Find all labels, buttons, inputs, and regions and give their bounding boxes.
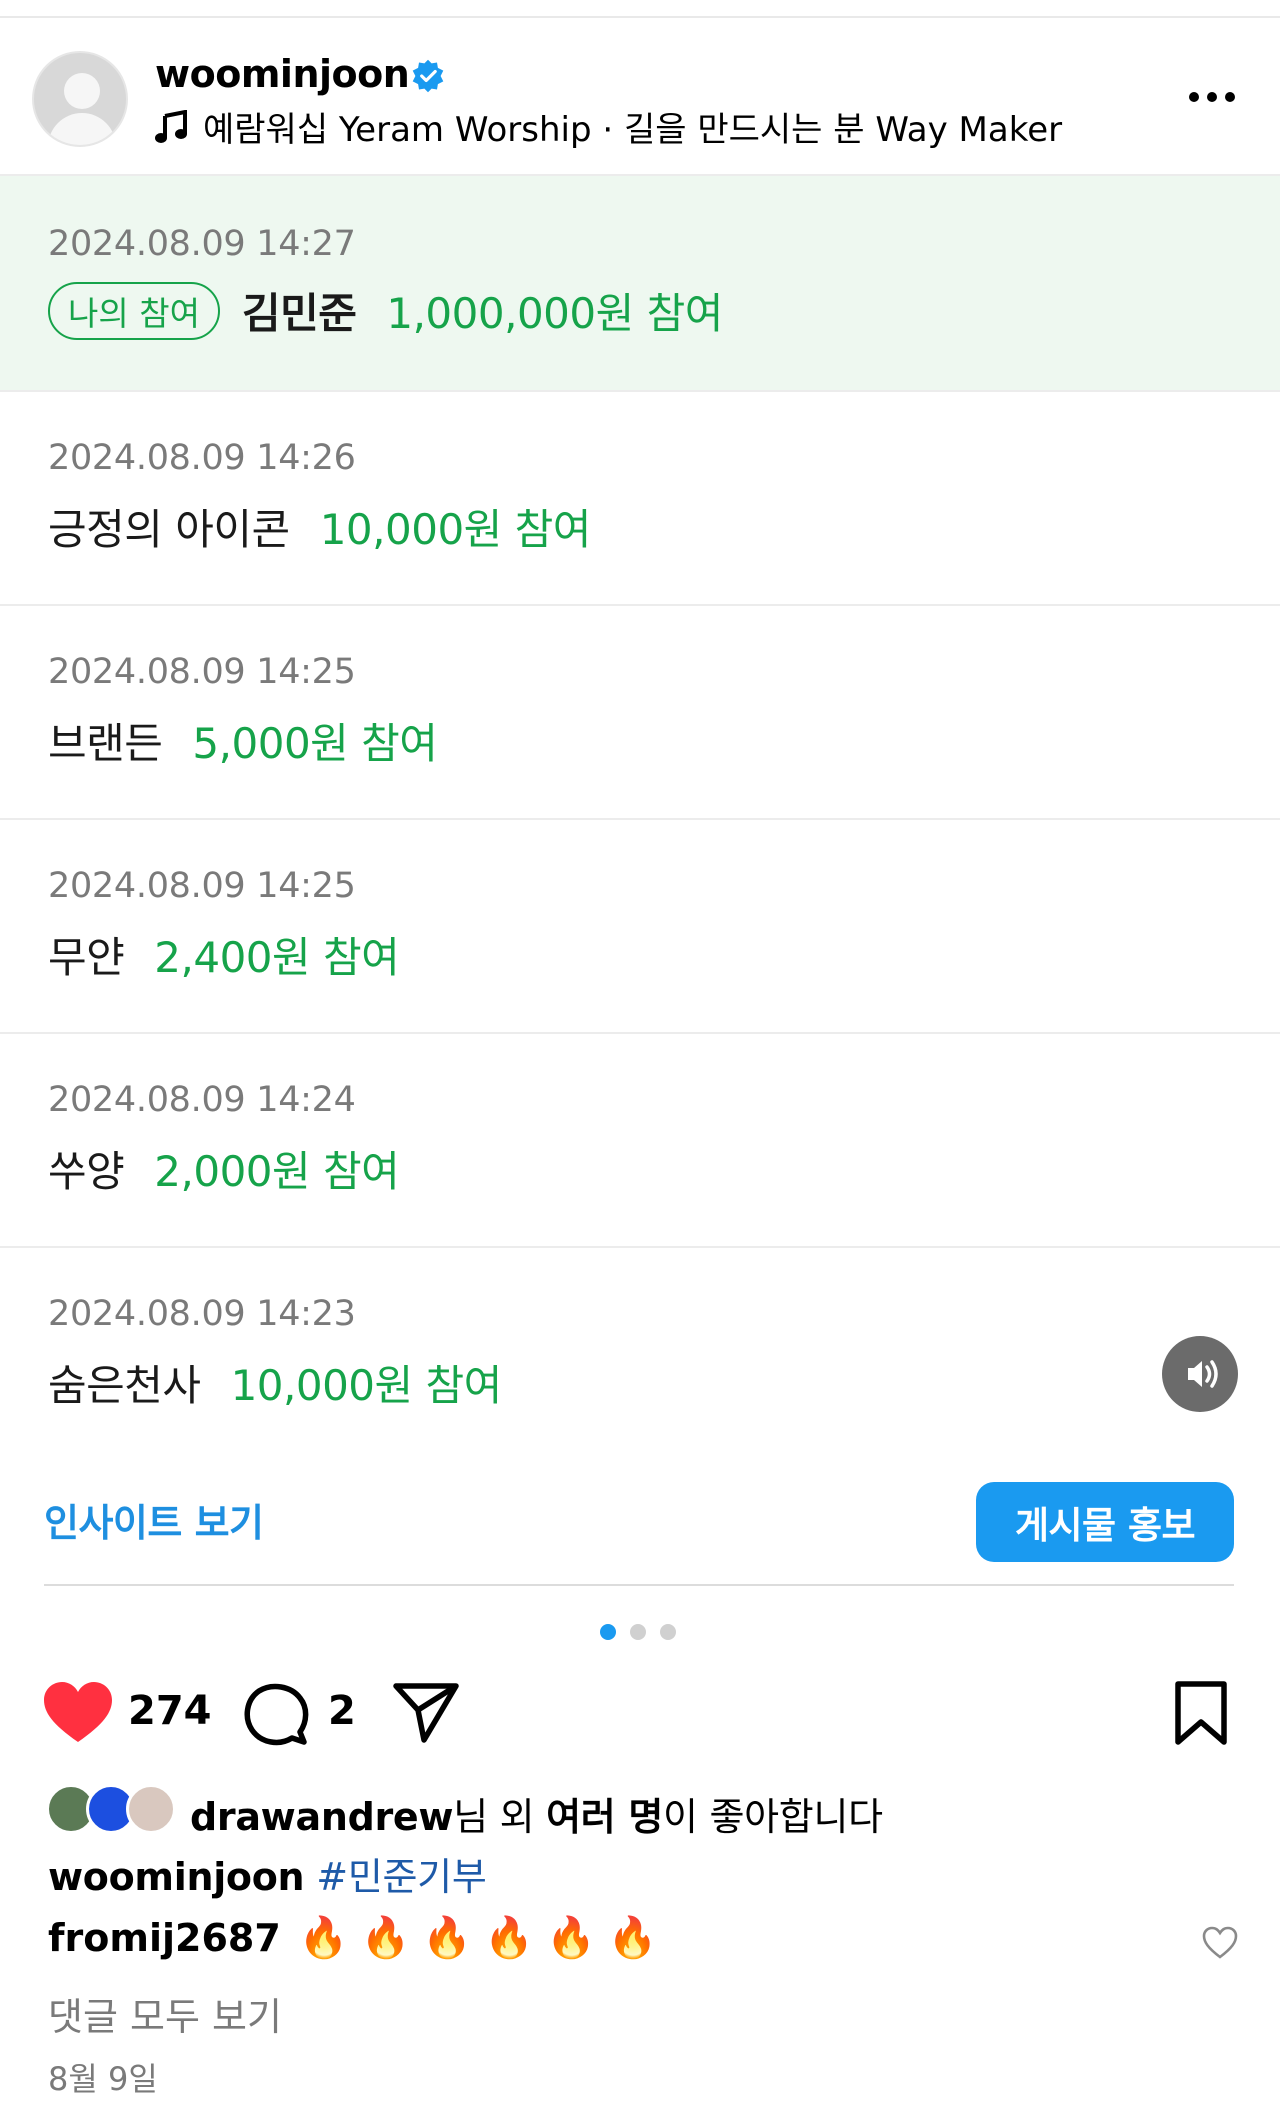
donation-amount: 5,000원 참여 <box>192 719 438 768</box>
donation-row-mine: 2024.08.09 14:27 나의 참여 김민준 1,000,000원 참여 <box>0 176 1280 392</box>
liker-username[interactable]: drawandrew <box>190 1795 454 1839</box>
fire-emoji: 🔥 <box>484 1915 535 1961</box>
donation-row: 2024.08.09 14:24 쑤양 2,000원 참여 <box>0 1034 1280 1248</box>
more-options-icon[interactable] <box>1188 90 1236 104</box>
avatar-head <box>64 73 100 109</box>
carousel-indicator <box>600 1624 676 1640</box>
fire-emoji: 🔥 <box>607 1915 658 1961</box>
donor-name: 긍정의 아이콘 <box>48 505 290 554</box>
caption-username[interactable]: woominjoon <box>48 1855 305 1899</box>
verified-badge-icon <box>412 59 444 93</box>
donation-row: 2024.08.09 14:25 브랜든 5,000원 참여 <box>0 606 1280 820</box>
carousel-dot <box>660 1624 676 1640</box>
share-icon[interactable] <box>392 1680 460 1744</box>
fire-emoji: 🔥 <box>422 1915 473 1961</box>
donor-name: 쑤양 <box>48 1147 125 1196</box>
donation-time: 2024.08.09 14:23 <box>48 1294 356 1334</box>
donation-time: 2024.08.09 14:27 <box>48 224 356 264</box>
comment-username[interactable]: fromij2687 <box>48 1916 281 1960</box>
carousel-dot <box>630 1624 646 1640</box>
view-insights-link[interactable]: 인사이트 보기 <box>44 1492 264 1547</box>
comment-icon[interactable] <box>242 1680 310 1748</box>
donation-row: 2024.08.09 14:26 긍정의 아이콘 10,000원 참여 <box>0 392 1280 606</box>
music-title: 예람워십 Yeram Worship · 길을 만드시는 분 Way Maker <box>203 110 1063 150</box>
post-header: woominjoon 예람워십 Yeram Worship · 길을 만드시는 … <box>0 18 1280 176</box>
fire-emoji: 🔥 <box>298 1915 349 1961</box>
liker-avatars[interactable] <box>46 1784 182 1836</box>
sound-toggle-button[interactable] <box>1162 1336 1238 1412</box>
speaker-icon <box>1188 1360 1218 1388</box>
comment-preview: fromij2687 🔥 🔥 🔥 🔥 🔥 🔥 <box>48 1914 670 1961</box>
carousel-dot-active <box>600 1624 616 1640</box>
hashtag-link[interactable]: #민준기부 <box>316 1855 486 1899</box>
fire-emoji: 🔥 <box>360 1915 411 1961</box>
donation-time: 2024.08.09 14:25 <box>48 866 356 906</box>
donation-amount: 2,000원 참여 <box>154 1147 400 1196</box>
donation-line: 브랜든 5,000원 참여 <box>48 710 438 771</box>
donation-amount: 1,000,000원 참여 <box>386 289 723 338</box>
promote-post-button[interactable]: 게시물 홍보 <box>976 1482 1234 1562</box>
likes-others[interactable]: 여러 명 <box>546 1795 663 1839</box>
donation-line: 나의 참여 김민준 1,000,000원 참여 <box>48 280 723 341</box>
view-all-comments-link[interactable]: 댓글 모두 보기 <box>48 1986 282 2041</box>
liker-avatar <box>126 1784 176 1834</box>
donation-line: 긍정의 아이콘 10,000원 참여 <box>48 496 591 557</box>
donation-amount: 10,000원 참여 <box>230 1361 503 1410</box>
donation-amount: 2,400원 참여 <box>154 933 400 982</box>
music-info[interactable]: 예람워십 Yeram Worship · 길을 만드시는 분 Way Maker <box>155 102 1062 151</box>
username[interactable]: woominjoon <box>155 52 410 96</box>
avatar-body <box>48 113 116 145</box>
donation-line: 쑤양 2,000원 참여 <box>48 1138 400 1199</box>
donation-time: 2024.08.09 14:25 <box>48 652 356 692</box>
donation-amount: 10,000원 참여 <box>319 505 592 554</box>
post-date: 8월 9일 <box>48 2060 158 2098</box>
comment-like-heart-icon[interactable] <box>1202 1926 1238 1960</box>
donor-name: 숨은천사 <box>48 1361 201 1410</box>
avatar[interactable] <box>32 51 128 147</box>
donation-row: 2024.08.09 14:23 숨은천사 10,000원 참여 <box>0 1248 1280 1448</box>
post-caption: woominjoon #민준기부 <box>48 1846 487 1901</box>
donor-name: 브랜든 <box>48 719 163 768</box>
donor-name: 김민준 <box>241 289 357 338</box>
heart-icon[interactable] <box>42 1680 114 1746</box>
donor-name: 무얀 <box>48 933 125 982</box>
donation-time: 2024.08.09 14:24 <box>48 1080 356 1120</box>
like-count[interactable]: 274 <box>128 1688 212 1734</box>
donation-line: 무얀 2,400원 참여 <box>48 924 400 985</box>
donation-time: 2024.08.09 14:26 <box>48 438 356 478</box>
likes-summary[interactable]: drawandrew님 외 여러 명이 좋아합니다 <box>190 1786 883 1841</box>
comment-count[interactable]: 2 <box>328 1688 356 1734</box>
section-divider <box>44 1584 1234 1586</box>
donation-line: 숨은천사 10,000원 참여 <box>48 1352 502 1413</box>
music-note-icon <box>155 109 187 143</box>
fire-emoji: 🔥 <box>546 1915 596 1961</box>
bookmark-icon[interactable] <box>1172 1680 1230 1746</box>
donation-row: 2024.08.09 14:25 무얀 2,400원 참여 <box>0 820 1280 1034</box>
likes-mid-text: 님 외 <box>453 1795 547 1839</box>
my-participation-badge: 나의 참여 <box>48 281 220 340</box>
likes-tail-text: 이 좋아합니다 <box>663 1795 883 1839</box>
